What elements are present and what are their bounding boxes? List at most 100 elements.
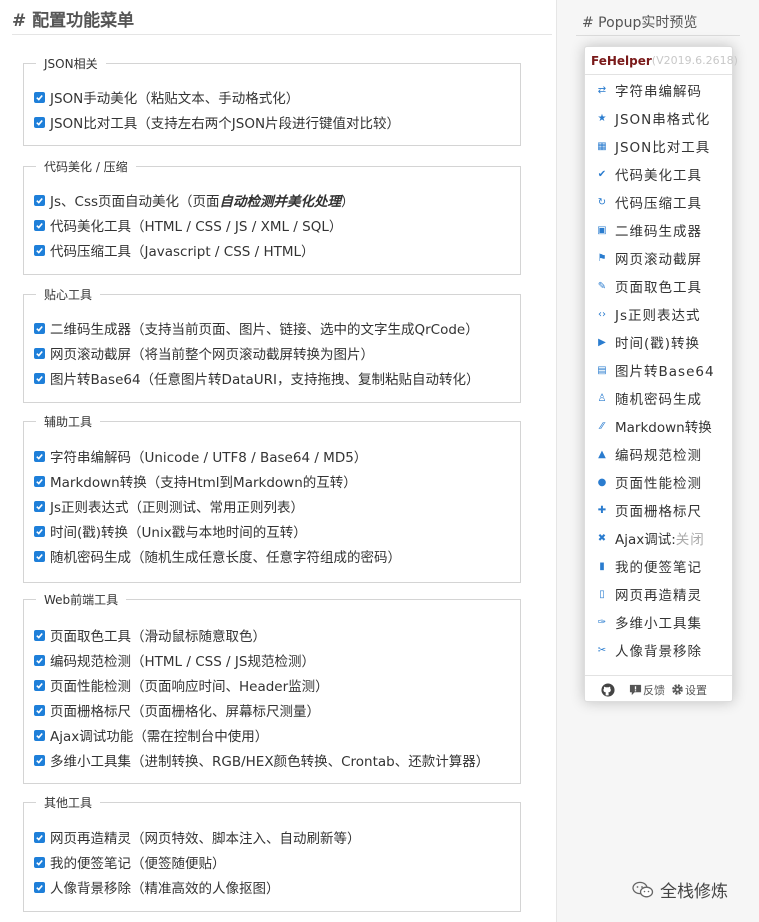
group-code-beautify: 代码美化 / 压缩 Js、Css页面自动美化（页面 自动检测并美化处理） 代码美化…	[23, 159, 521, 275]
option-performance[interactable]: 页面性能检测（页面响应时间、Header监测）	[34, 675, 329, 695]
option-page-modifier[interactable]: 网页再造精灵（网页特效、脚本注入、自动刷新等）	[34, 827, 361, 847]
menu-item-code-beautify[interactable]: ✔ 代码美化工具	[585, 160, 732, 188]
option-password[interactable]: 随机密码生成（随机生成任意长度、任意字符组成的密码）	[34, 546, 401, 566]
menu-item-qrcode[interactable]: ▣ 二维码生成器	[585, 216, 732, 244]
option-code-compress[interactable]: 代码压缩工具（Javascript / CSS / HTML）	[34, 240, 315, 260]
feedback-button[interactable]: 反馈	[629, 682, 665, 698]
option-color-picker[interactable]: 页面取色工具（滑动鼠标随意取色）	[34, 625, 266, 645]
option-code-beautify[interactable]: 代码美化工具（HTML / CSS / JS / XML / SQL）	[34, 215, 342, 235]
option-json-format[interactable]: JSON手动美化（粘贴文本、手动格式化）	[34, 87, 299, 107]
checkbox[interactable]	[34, 831, 45, 843]
divider	[576, 35, 740, 36]
option-toolbox[interactable]: 多维小工具集（进制转换、RGB/HEX颜色转换、Crontab、还款计算器）	[34, 750, 489, 770]
version-text: (V2019.6.2618)	[651, 54, 738, 67]
option-label: 人像背景移除（精准高效的人像抠图）	[50, 881, 280, 897]
menu-label: 代码美化工具	[615, 168, 702, 184]
option-regexp[interactable]: Js正则表达式（正则测试、常用正则列表）	[34, 496, 304, 516]
group-handy-tools: 贴心工具 二维码生成器（支持当前页面、图片、链接、选中的文字生成QrCode） …	[23, 287, 521, 403]
menu-item-regexp[interactable]: ‹› Js正则表达式	[585, 300, 732, 328]
option-ajax-debug[interactable]: Ajax调试功能（需在控制台中使用）	[34, 725, 268, 745]
checkbox[interactable]	[34, 629, 45, 641]
checkbox[interactable]	[34, 116, 45, 128]
menu-item-performance[interactable]: ● 页面性能检测	[585, 468, 732, 496]
option-markdown[interactable]: Markdown转换（支持Html到Markdown的互转）	[34, 471, 357, 491]
group-title: 辅助工具	[36, 414, 101, 430]
checkbox[interactable]	[34, 194, 45, 206]
menu-item-ajax-debug[interactable]: ✖ Ajax调试: 关闭	[585, 524, 732, 552]
menu-label: 二维码生成器	[615, 224, 702, 240]
settings-button[interactable]: 设置	[671, 682, 707, 698]
option-sticky-notes[interactable]: 我的便签笔记（便签随便贴）	[34, 852, 226, 872]
checkbox[interactable]	[34, 550, 45, 562]
menu-item-screenshot[interactable]: ⚑ 网页滚动截屏	[585, 244, 732, 272]
checkbox[interactable]	[34, 729, 45, 741]
star-icon: ★	[597, 112, 607, 124]
feedback-label: 反馈	[643, 683, 665, 697]
checkbox[interactable]	[34, 219, 45, 231]
menu-item-toolbox[interactable]: ✑ 多维小工具集	[585, 608, 732, 636]
checkbox[interactable]	[34, 500, 45, 512]
checkbox[interactable]	[34, 881, 45, 893]
menu-item-code-compress[interactable]: ↻ 代码压缩工具	[585, 188, 732, 216]
group-title: 代码美化 / 压缩	[36, 159, 136, 175]
option-json-diff[interactable]: JSON比对工具（支持左右两个JSON片段进行键值对比较）	[34, 112, 400, 132]
option-label: 代码压缩工具（Javascript / CSS / HTML）	[50, 244, 315, 260]
menu-label: 编码规范检测	[615, 448, 702, 464]
checkbox[interactable]	[34, 856, 45, 868]
option-label: JSON手动美化（粘贴文本、手动格式化）	[50, 91, 300, 107]
checkbox[interactable]	[34, 347, 45, 359]
option-encode[interactable]: 字符串编解码（Unicode / UTF8 / Base64 / MD5）	[34, 446, 367, 466]
option-label: 字符串编解码（Unicode / UTF8 / Base64 / MD5）	[50, 450, 368, 466]
checkbox[interactable]	[34, 450, 45, 462]
menu-item-page-modifier[interactable]: ▯ 网页再造精灵	[585, 580, 732, 608]
swap-icon: ⇄	[597, 84, 607, 96]
checkbox[interactable]	[34, 475, 45, 487]
github-icon[interactable]	[601, 682, 615, 697]
menu-item-image-base64[interactable]: ▤ 图片转Base64	[585, 356, 732, 384]
option-auto-beautify[interactable]: Js、Css页面自动美化（页面 自动检测并美化处理）	[34, 190, 355, 210]
option-label: 页面取色工具（滑动鼠标随意取色）	[50, 629, 266, 645]
option-label: 页面性能检测（页面响应时间、Header监测）	[50, 679, 329, 695]
option-code-standards[interactable]: 编码规范检测（HTML / CSS / JS规范检测）	[34, 650, 315, 670]
option-screenshot[interactable]: 网页滚动截屏（将当前整个网页滚动截屏转换为图片）	[34, 343, 374, 363]
option-qrcode[interactable]: 二维码生成器（支持当前页面、图片、链接、选中的文字生成QrCode）	[34, 318, 479, 338]
option-grid-ruler[interactable]: 页面栅格标尺（页面栅格化、屏幕标尺测量）	[34, 700, 320, 720]
popup-header: FeHelper (V2019.6.2618)	[585, 47, 738, 75]
menu-item-sticky-notes[interactable]: ▮ 我的便签笔记	[585, 552, 732, 580]
menu-item-bg-removal[interactable]: ✂ 人像背景移除	[585, 636, 732, 664]
menu-label: 时间(戳)转换	[615, 336, 701, 352]
option-label: 代码美化工具（HTML / CSS / JS / XML / SQL）	[50, 219, 343, 235]
option-label: 随机密码生成（随机生成任意长度、任意字符组成的密码）	[50, 550, 401, 566]
menu-item-color-picker[interactable]: ✎ 页面取色工具	[585, 272, 732, 300]
markdown-icon: ⁄⁄	[600, 420, 604, 432]
menu-item-timestamp[interactable]: ▶ 时间(戳)转换	[585, 328, 732, 356]
gear-icon	[672, 684, 683, 695]
watermark-text: 全栈修炼	[660, 882, 728, 902]
checkbox[interactable]	[34, 679, 45, 691]
checkbox[interactable]	[34, 372, 45, 384]
checkbox[interactable]	[34, 704, 45, 716]
checkbox[interactable]	[34, 322, 45, 334]
menu-item-code-standards[interactable]: ▲ 编码规范检测	[585, 440, 732, 468]
option-label: 二维码生成器（支持当前页面、图片、链接、选中的文字生成QrCode）	[50, 322, 479, 338]
menu-item-json-diff[interactable]: ▦ JSON比对工具	[585, 132, 732, 160]
checkbox[interactable]	[34, 654, 45, 666]
group-web-frontend: Web前端工具 页面取色工具（滑动鼠标随意取色） 编码规范检测（HTML / C…	[23, 592, 521, 784]
menu-item-encode[interactable]: ⇄ 字符串编解码	[585, 76, 732, 104]
checkbox[interactable]	[34, 91, 45, 103]
checkbox[interactable]	[34, 754, 45, 766]
group-json: JSON相关 JSON手动美化（粘贴文本、手动格式化） JSON比对工具（支持左…	[23, 56, 521, 146]
menu-item-markdown[interactable]: ⁄⁄ Markdown转换	[585, 412, 732, 440]
popup-preview: FeHelper (V2019.6.2618) ⇄ 字符串编解码 ★ JSON串格式化…	[584, 46, 738, 702]
menu-item-password[interactable]: ♙ 随机密码生成	[585, 384, 732, 412]
option-label: Markdown转换（支持Html到Markdown的互转）	[50, 475, 357, 491]
option-image-base64[interactable]: 图片转Base64（任意图片转DataURI，支持拖拽、复制粘贴自动转化）	[34, 368, 480, 388]
checkbox[interactable]	[34, 525, 45, 537]
checkbox[interactable]	[34, 244, 45, 256]
menu-item-grid-ruler[interactable]: ✚ 页面栅格标尺	[585, 496, 732, 524]
option-timestamp[interactable]: 时间(戳)转换（Unix戳与本地时间的互转）	[34, 521, 307, 541]
clock-icon: ●	[597, 476, 607, 488]
option-bg-removal[interactable]: 人像背景移除（精准高效的人像抠图）	[34, 877, 280, 897]
menu-item-json-format[interactable]: ★ JSON串格式化	[585, 104, 732, 132]
option-label: Ajax调试功能（需在控制台中使用）	[50, 729, 269, 745]
